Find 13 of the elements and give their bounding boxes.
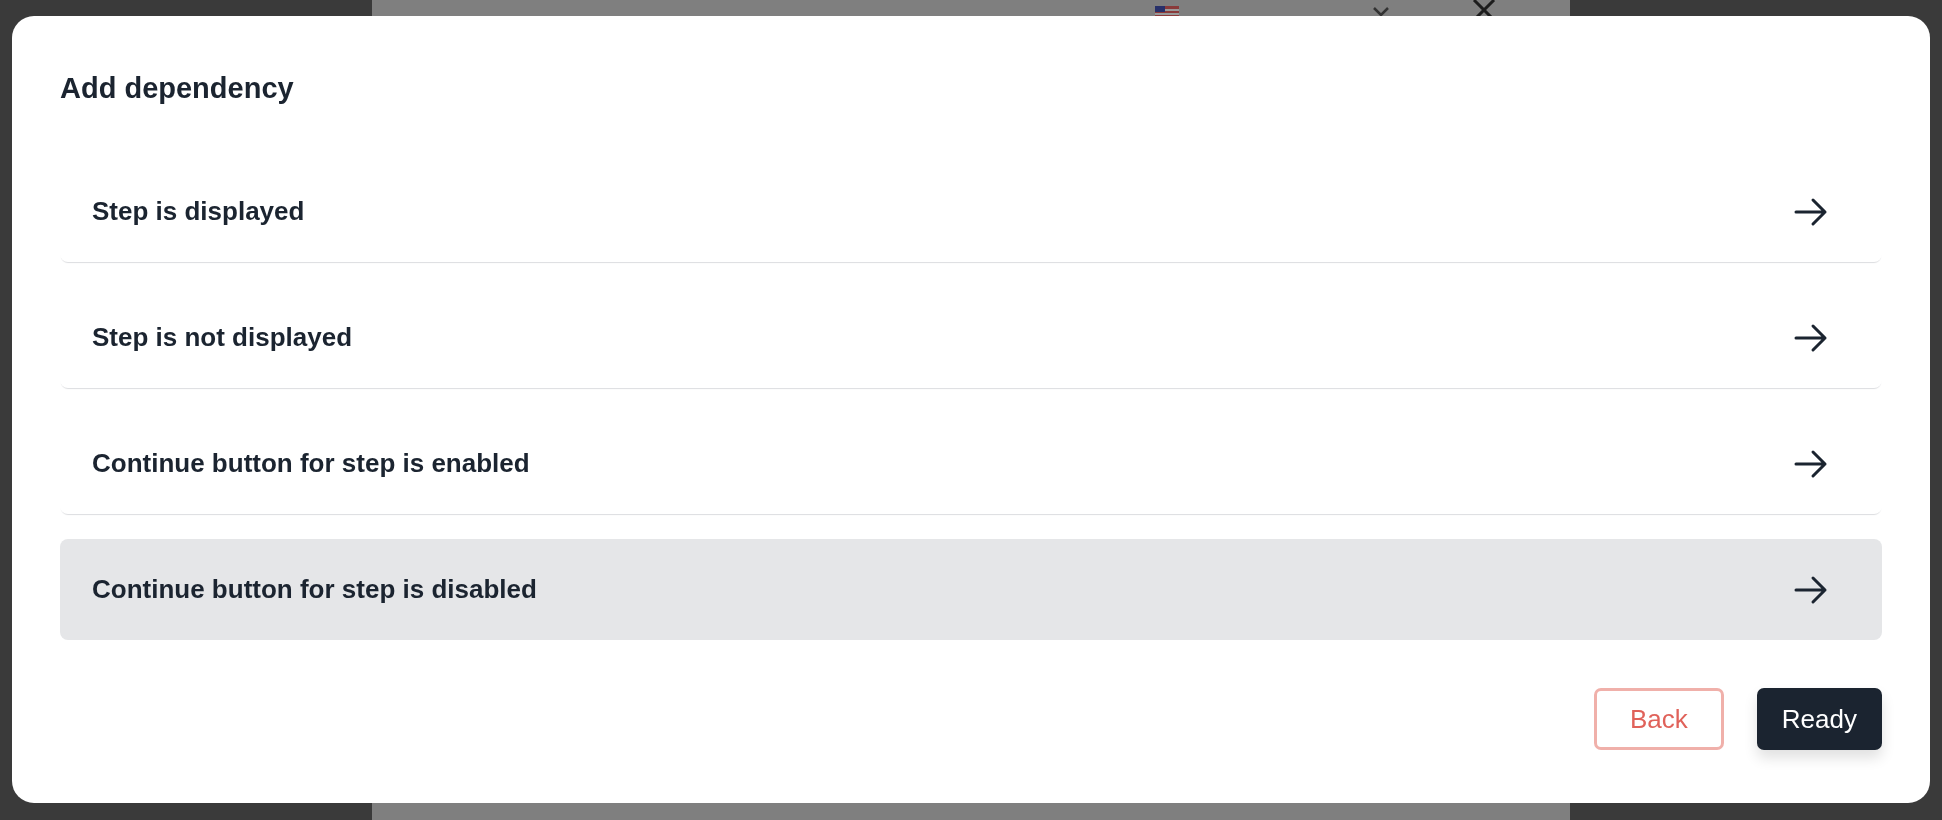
dependency-option[interactable]: Step is displayed: [60, 161, 1882, 262]
arrow-right-icon: [1794, 196, 1828, 227]
arrow-right-icon: [1794, 322, 1828, 353]
dependency-option[interactable]: Continue button for step is enabled: [60, 413, 1882, 514]
chevron-down-icon: [1372, 6, 1390, 16]
dependency-option[interactable]: Step is not displayed: [60, 287, 1882, 388]
ready-button[interactable]: Ready: [1756, 688, 1882, 750]
arrow-right-icon: [1794, 574, 1828, 605]
flag-icon: [1155, 6, 1179, 16]
close-icon[interactable]: [1472, 0, 1496, 16]
dialog-title: Add dependency: [60, 72, 294, 105]
dependency-option[interactable]: Continue button for step is disabled: [60, 539, 1882, 640]
arrow-right-icon: [1794, 448, 1828, 479]
